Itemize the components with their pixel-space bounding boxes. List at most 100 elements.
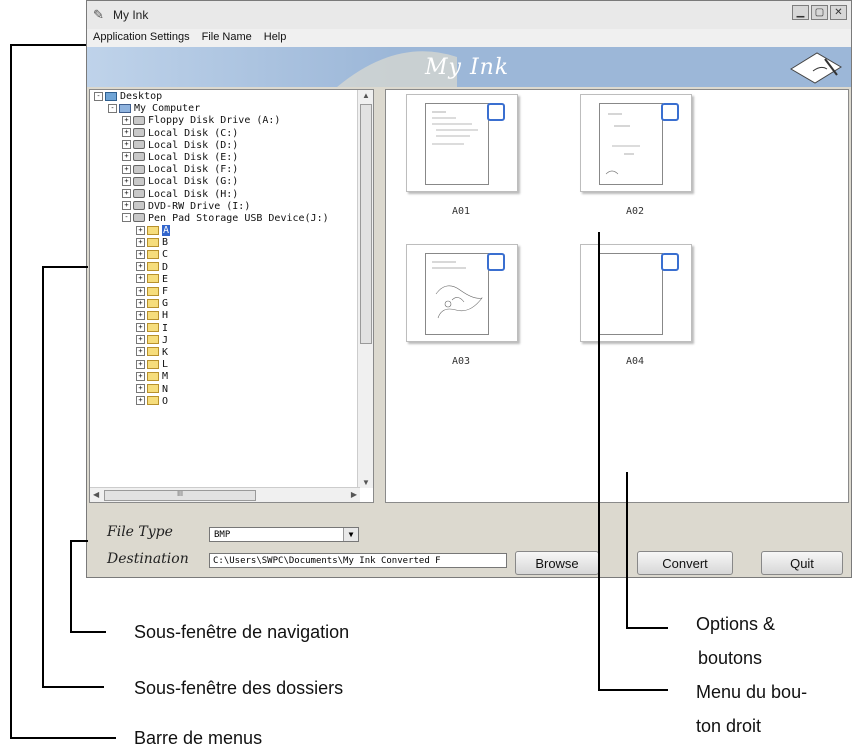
thumbnail-checkbox[interactable] (487, 103, 505, 121)
expand-icon[interactable]: + (136, 396, 145, 406)
tree-item[interactable]: + I (94, 323, 329, 335)
maximize-button[interactable]: ▢ (811, 5, 828, 20)
tree-item-label: N (162, 383, 169, 395)
tree-item[interactable]: + Local Disk (C:) (94, 128, 329, 140)
minimize-button[interactable]: ▁ (792, 5, 809, 20)
page-preview (599, 253, 663, 335)
tree-item[interactable]: + Local Disk (H:) (94, 189, 329, 201)
tree-item[interactable]: + B (94, 237, 329, 249)
thumbnail-card[interactable]: A02 (580, 94, 692, 217)
expand-icon[interactable]: + (136, 298, 145, 308)
folder-icon (147, 274, 159, 284)
collapse-icon[interactable]: - (94, 91, 103, 101)
destination-field[interactable]: C:\Users\SWPC\Documents\My Ink Converted… (209, 553, 507, 568)
expand-icon[interactable]: + (136, 249, 145, 259)
title-bar: ✎ My Ink ▁ ▢ ✕ (87, 1, 851, 30)
thumbnail-checkbox[interactable] (661, 253, 679, 271)
tree-item[interactable]: + C (94, 249, 329, 261)
expand-icon[interactable]: + (122, 189, 131, 198)
callout-navigation: Sous-fenêtre de navigation (134, 622, 350, 642)
menu-application-settings[interactable]: Application Settings (87, 29, 196, 47)
expand-icon[interactable]: + (122, 128, 131, 138)
window-title: My Ink (113, 8, 149, 22)
expand-icon[interactable]: + (122, 176, 131, 186)
file-type-select[interactable]: BMP ▼ (209, 527, 359, 542)
scroll-left-icon[interactable]: ◀ (93, 490, 99, 499)
expand-icon[interactable]: + (136, 274, 145, 284)
scroll-right-icon[interactable]: ▶ (351, 490, 357, 499)
folder-icon (147, 310, 159, 320)
destination-label: Destination (107, 551, 189, 567)
expand-icon[interactable]: + (136, 286, 145, 296)
chevron-down-icon[interactable]: ▼ (343, 528, 358, 541)
expand-icon[interactable]: + (136, 237, 145, 247)
pen-pad-icon (790, 52, 842, 84)
convert-button[interactable]: Convert (637, 551, 733, 575)
tree-item[interactable]: + J (94, 335, 329, 347)
tree-horizontal-scrollbar[interactable]: ◀ III ▶ (90, 487, 360, 502)
expand-icon[interactable]: + (122, 201, 131, 211)
tree-item[interactable]: + Local Disk (E:) (94, 152, 329, 164)
tree-item[interactable]: + F (94, 286, 329, 298)
expand-icon[interactable]: + (136, 310, 145, 320)
tree-item[interactable]: + L (94, 359, 329, 371)
tree-item[interactable]: + Floppy Disk Drive (A:) (94, 115, 329, 127)
close-button[interactable]: ✕ (830, 5, 847, 20)
tree-vertical-scroll-thumb[interactable] (360, 104, 372, 344)
folder-icon (147, 286, 159, 296)
tree-item[interactable]: + N (94, 384, 329, 396)
collapse-icon[interactable]: - (122, 213, 131, 223)
menu-help[interactable]: Help (258, 29, 293, 47)
expand-icon[interactable]: + (122, 164, 131, 174)
callout-rightclick-line2: ton droit (696, 716, 762, 736)
tree-item[interactable]: + G (94, 298, 329, 310)
tree-item[interactable]: - My Computer (94, 103, 329, 115)
thumbnail-card[interactable]: A01 (406, 94, 518, 217)
callout-options-line1: Options & (696, 614, 776, 634)
desktop-icon (105, 91, 117, 101)
expand-icon[interactable]: + (136, 347, 145, 357)
expand-icon[interactable]: + (136, 225, 145, 235)
expand-icon[interactable]: + (136, 384, 145, 393)
tree-item-label: O (162, 395, 169, 407)
tree-item[interactable]: + O (94, 396, 329, 408)
folder-tree: - Desktop - My Computer + Floppy Disk Drive (… (94, 91, 329, 408)
expand-icon[interactable]: + (136, 262, 145, 272)
callout-rightclick-line1: Menu du bou- (696, 682, 808, 702)
tree-vertical-scrollbar[interactable]: ▲ ▼ (357, 90, 373, 488)
tree-item[interactable]: + K (94, 347, 329, 359)
tree-item[interactable]: + M (94, 371, 329, 383)
expand-icon[interactable]: + (136, 323, 145, 333)
expand-icon[interactable]: + (122, 115, 131, 125)
browse-button[interactable]: Browse (515, 551, 599, 575)
folder-tree-pane[interactable]: - Desktop - My Computer + Floppy Disk Drive (… (89, 89, 374, 503)
collapse-icon[interactable]: - (108, 103, 117, 113)
expand-icon[interactable]: + (136, 371, 145, 381)
thumbnail-pane[interactable]: A01 A02 A03 A04 (385, 89, 849, 503)
tree-item[interactable]: + E (94, 274, 329, 286)
tree-item[interactable]: + DVD-RW Drive (I:) (94, 201, 329, 213)
tree-item[interactable]: + Local Disk (D:) (94, 140, 329, 152)
expand-icon[interactable]: + (122, 152, 131, 162)
scroll-up-icon[interactable]: ▲ (362, 91, 370, 100)
thumbnail-card[interactable]: A03 (406, 244, 518, 367)
menu-file-name[interactable]: File Name (196, 29, 258, 47)
tree-item[interactable]: + A (94, 225, 329, 237)
tree-horizontal-scroll-thumb[interactable]: III (104, 490, 256, 501)
floppy-icon (133, 115, 145, 125)
expand-icon[interactable]: + (122, 140, 131, 150)
thumbnail-checkbox[interactable] (661, 103, 679, 121)
tree-item[interactable]: + H (94, 310, 329, 322)
thumbnail-card[interactable]: A04 (580, 244, 692, 367)
tree-item[interactable]: - Desktop (94, 91, 329, 103)
tree-item[interactable]: + Local Disk (G:) (94, 176, 329, 188)
expand-icon[interactable]: + (136, 359, 145, 369)
thumbnail-checkbox[interactable] (487, 253, 505, 271)
quit-button[interactable]: Quit (761, 551, 843, 575)
tree-item-label: K (162, 346, 169, 358)
scroll-down-icon[interactable]: ▼ (362, 478, 370, 487)
tree-item[interactable]: - Pen Pad Storage USB Device(J:) (94, 213, 329, 225)
tree-item[interactable]: + D (94, 262, 329, 274)
expand-icon[interactable]: + (136, 335, 145, 345)
tree-item[interactable]: + Local Disk (F:) (94, 164, 329, 176)
